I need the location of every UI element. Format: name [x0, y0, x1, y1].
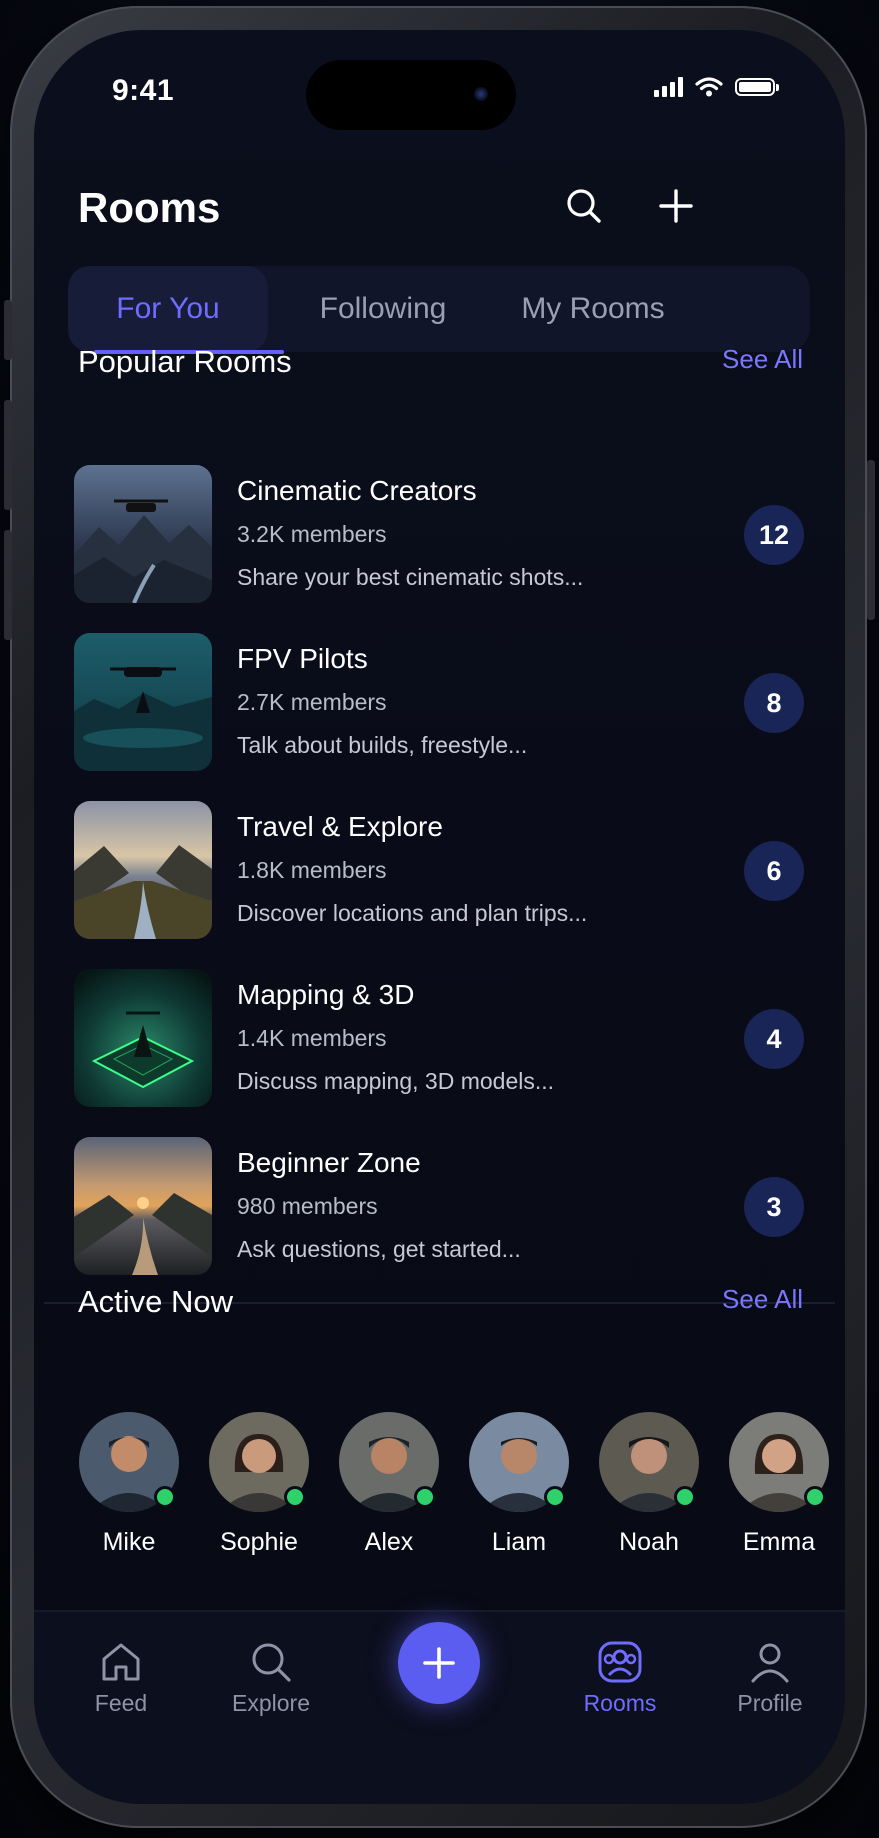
- status-icons: [654, 77, 779, 97]
- active-user-mike[interactable]: Mike: [78, 1412, 180, 1557]
- room-thumbnail: [74, 465, 212, 603]
- room-name: Cinematic Creators: [237, 475, 477, 506]
- phone-side-button: [4, 530, 12, 640]
- user-name: Sophie: [220, 1528, 298, 1556]
- nav-feed-label: Feed: [94, 1690, 148, 1716]
- phone-side-button: [867, 460, 875, 620]
- active-user-alex[interactable]: Alex: [338, 1412, 440, 1557]
- nav-explore[interactable]: Explore: [211, 1634, 331, 1717]
- tab-bar: For You Following My Rooms: [68, 266, 810, 352]
- room-thumbnail: [74, 633, 212, 771]
- plus-icon: [659, 189, 693, 223]
- active-user-sophie[interactable]: Sophie: [208, 1412, 310, 1557]
- online-indicator: [544, 1486, 566, 1508]
- room-item-fpv-pilots[interactable]: FPV Pilots 2.7K members Talk about build…: [74, 633, 804, 775]
- user-name: Noah: [619, 1528, 679, 1556]
- tab-my-rooms[interactable]: My Rooms: [498, 266, 688, 352]
- page-title: Rooms: [78, 184, 221, 231]
- unread-badge: 8: [744, 673, 804, 733]
- create-button[interactable]: [398, 1622, 480, 1704]
- room-members: 1.4K members: [237, 1025, 387, 1051]
- user-name: Alex: [364, 1528, 414, 1556]
- nav-rooms[interactable]: Rooms: [560, 1634, 680, 1717]
- nav-profile[interactable]: Profile: [710, 1634, 830, 1717]
- home-icon: [61, 1634, 181, 1690]
- room-name: FPV Pilots: [237, 643, 368, 674]
- unread-badge: 6: [744, 841, 804, 901]
- phone-side-button: [4, 400, 12, 510]
- active-user-emma[interactable]: Emma: [728, 1412, 830, 1557]
- room-thumbnail: [74, 1137, 212, 1275]
- room-item-beginner-zone[interactable]: Beginner Zone 980 members Ask questions,…: [74, 1137, 804, 1279]
- popular-rooms-title: Popular Rooms: [78, 344, 292, 379]
- room-description: Ask questions, get started...: [237, 1236, 521, 1262]
- camera-icon: [474, 87, 488, 101]
- tab-for-you[interactable]: For You: [68, 266, 268, 352]
- phone-side-button: [4, 300, 12, 360]
- room-thumbnail: [74, 801, 212, 939]
- room-members: 1.8K members: [237, 857, 387, 883]
- unread-badge: 12: [744, 505, 804, 565]
- active-now-title: Active Now: [78, 1284, 234, 1319]
- user-name: Liam: [491, 1528, 547, 1556]
- room-description: Share your best cinematic shots...: [237, 564, 584, 590]
- online-indicator: [804, 1486, 826, 1508]
- unread-badge: 3: [744, 1177, 804, 1237]
- online-indicator: [154, 1486, 176, 1508]
- plus-icon: [423, 1647, 455, 1679]
- room-thumbnail: [74, 969, 212, 1107]
- room-description: Talk about builds, freestyle...: [237, 732, 528, 758]
- unread-badge: 4: [744, 1009, 804, 1069]
- room-item-travel-explore[interactable]: Travel & Explore 1.8K members Discover l…: [74, 801, 804, 943]
- room-name: Travel & Explore: [237, 811, 443, 842]
- dynamic-island: [306, 60, 516, 130]
- bottom-nav: Feed Explore Rooms Profile: [34, 1610, 845, 1804]
- profile-icon: [710, 1634, 830, 1690]
- nav-rooms-label: Rooms: [583, 1690, 657, 1716]
- room-description: Discuss mapping, 3D models...: [237, 1068, 555, 1094]
- room-description: Discover locations and plan trips...: [237, 900, 588, 926]
- status-time: 9:41: [112, 74, 175, 107]
- rooms-icon: [560, 1634, 680, 1690]
- search-icon[interactable]: [562, 184, 606, 228]
- room-item-cinematic-creators[interactable]: Cinematic Creators 3.2K members Share yo…: [74, 465, 804, 607]
- search-icon: [211, 1634, 331, 1690]
- online-indicator: [674, 1486, 696, 1508]
- nav-profile-label: Profile: [737, 1690, 803, 1716]
- room-members: 2.7K members: [237, 689, 387, 715]
- active-now-see-all-link[interactable]: See All: [722, 1284, 803, 1315]
- app-screen: 9:41 Rooms For You Following My Rooms Po…: [34, 30, 845, 1804]
- online-indicator: [284, 1486, 306, 1508]
- active-user-liam[interactable]: Liam: [468, 1412, 570, 1557]
- popular-rooms-see-all-link[interactable]: See All: [722, 344, 803, 375]
- room-members: 980 members: [237, 1193, 378, 1219]
- room-members: 3.2K members: [237, 521, 387, 547]
- battery-icon: [735, 78, 779, 96]
- signal-icon: [654, 77, 683, 97]
- room-name: Beginner Zone: [237, 1147, 421, 1178]
- online-indicator: [414, 1486, 436, 1508]
- nav-explore-label: Explore: [232, 1690, 310, 1716]
- room-name: Mapping & 3D: [237, 979, 415, 1010]
- tab-following[interactable]: Following: [278, 266, 488, 352]
- wifi-icon: [695, 77, 723, 97]
- user-name: Mike: [102, 1528, 156, 1556]
- nav-feed[interactable]: Feed: [61, 1634, 181, 1717]
- active-user-noah[interactable]: Noah: [598, 1412, 700, 1557]
- user-name: Emma: [742, 1528, 816, 1556]
- add-room-button[interactable]: [654, 184, 698, 228]
- room-item-mapping-3d[interactable]: Mapping & 3D 1.4K members Discuss mappin…: [74, 969, 804, 1111]
